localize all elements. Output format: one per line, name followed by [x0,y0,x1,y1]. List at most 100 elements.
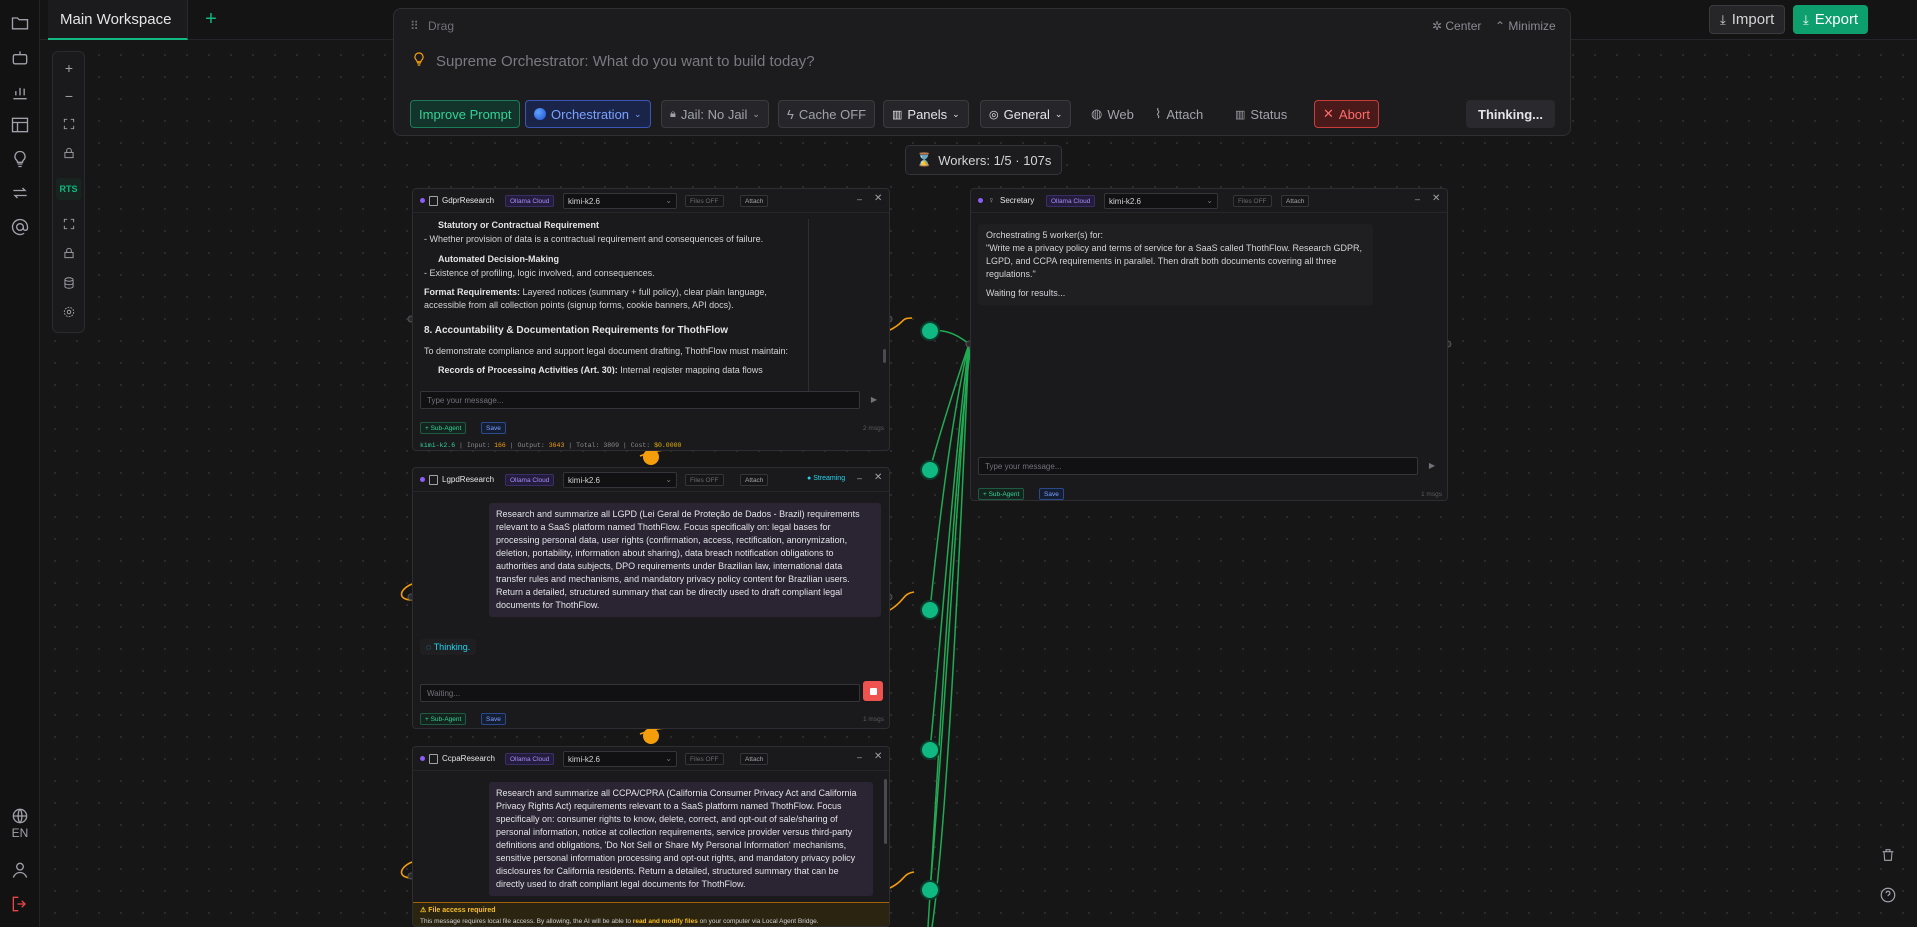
agent-panel-ccpa: CcpaResearch Ollama Cloud kimi-k2.6 ⌄ Fil… [412,746,890,927]
trash-icon[interactable] [1877,844,1899,866]
database-icon[interactable] [59,273,79,293]
at-sign-icon[interactable] [8,215,32,239]
lock-icon[interactable] [59,143,79,163]
logout-icon[interactable] [8,892,32,916]
globe-icon[interactable] [8,804,32,828]
folder-icon[interactable] [8,11,32,35]
add-tab-button[interactable]: + [200,9,222,31]
panels-select[interactable]: ▥ Panels ⌄ [883,100,969,128]
content-paragraph: Records of Processing Activities (Art. 3… [424,364,806,374]
help-icon[interactable] [1877,884,1899,906]
model-select[interactable]: kimi-k2.6 ⌄ [563,472,677,488]
bar-chart-icon[interactable] [8,80,32,104]
user-icon[interactable] [8,858,32,882]
abort-button[interactable]: ✕ Abort [1314,100,1379,128]
stop-button[interactable] [863,681,883,701]
attach-chip[interactable]: Attach [740,195,769,207]
fullscreen-icon[interactable] [59,214,79,234]
send-icon[interactable]: ▶ [867,393,881,407]
status-button[interactable]: ▥ Status [1226,100,1296,128]
jail-select[interactable]: 🔒︎ Jail: No Jail ⌄ [661,100,769,128]
scrollbar[interactable] [884,779,887,844]
minimize-icon[interactable]: – [1415,194,1420,204]
sub-agent-button[interactable]: + Sub-Agent [420,713,467,725]
cache-toggle[interactable]: ϟ Cache OFF [778,100,876,128]
files-toggle[interactable]: Files OFF [1233,195,1272,207]
attach-chip[interactable]: Attach [740,753,769,765]
close-icon[interactable]: ✕ [874,472,882,483]
message-input[interactable]: Type your message... [420,391,860,409]
save-button[interactable]: Save [481,422,506,434]
file-access-link[interactable]: read and modify files [633,918,698,925]
lock-icon[interactable] [59,243,79,263]
settings-icon[interactable] [59,302,79,322]
general-select[interactable]: ◎ General ⌄ [980,100,1072,128]
message-count: 2 msgs [863,425,884,432]
orchestration-message: Orchestrating 5 worker(s) for: "Write me… [978,224,1373,305]
close-icon[interactable]: ✕ [874,751,882,762]
drag-handle-icon[interactable]: ⠿ [410,19,419,33]
improve-prompt-button[interactable]: Improve Prompt [410,100,521,128]
lightbulb-icon: ♀ [988,195,995,205]
attach-label: Attach [1166,106,1204,122]
minimize-icon[interactable]: – [857,473,862,483]
stats-input-label: Input: [466,442,491,449]
panel-header[interactable]: CcpaResearch Ollama Cloud kimi-k2.6 ⌄ Fil… [413,747,889,771]
rts-toggle[interactable]: RTS [56,178,81,200]
chevron-down-icon: ⌄ [665,754,672,763]
zoom-in-icon[interactable]: + [59,58,79,78]
minimize-button[interactable]: ⌃ Minimize [1495,19,1556,33]
import-button[interactable]: ⤓ Import [1709,5,1786,34]
prompt-input[interactable] [436,50,1336,72]
fit-view-icon[interactable] [59,114,79,134]
lightbulb-icon[interactable] [8,147,32,171]
orchestration-line: Orchestrating 5 worker(s) for: [986,230,1104,240]
scrollbar[interactable] [883,349,886,363]
save-button[interactable]: Save [481,713,506,725]
web-label: Web [1107,106,1134,122]
close-icon[interactable]: ✕ [874,193,882,204]
files-toggle[interactable]: Files OFF [685,195,724,207]
attach-button[interactable]: ⌇ Attach [1146,100,1212,128]
zoom-out-icon[interactable]: − [59,86,79,106]
records-label: Records of Processing Activities (Art. 3… [438,365,618,374]
message-input[interactable]: Waiting... [420,684,860,702]
lightbulb-icon [414,52,424,66]
minimize-icon[interactable]: – [857,194,862,204]
close-icon: ✕ [1323,106,1334,121]
sub-agent-button[interactable]: + Sub-Agent [420,422,467,434]
robot-icon[interactable] [8,46,32,70]
center-button[interactable]: ✲ Center [1432,19,1481,33]
panel-header[interactable]: ♀ Secretary Ollama Cloud kimi-k2.6 ⌄ File… [971,189,1447,213]
minimize-icon[interactable]: – [857,752,862,762]
sub-agent-button[interactable]: + Sub-Agent [978,488,1025,500]
save-button[interactable]: Save [1039,488,1064,500]
panel-header[interactable]: LgpdResearch Ollama Cloud kimi-k2.6 ⌄ Fil… [413,468,889,492]
orchestration-button[interactable]: Orchestration ⌄ [525,100,651,128]
panel-header[interactable]: GdprResearch Ollama Cloud kimi-k2.6 ⌄ Fil… [413,189,889,213]
layout-icon[interactable] [8,113,32,137]
attach-chip[interactable]: Attach [1281,195,1310,207]
send-icon[interactable]: ▶ [1425,459,1439,473]
tab-main-workspace[interactable]: Main Workspace [48,0,189,40]
attach-chip[interactable]: Attach [740,474,769,486]
model-select[interactable]: kimi-k2.6 ⌄ [1104,193,1218,209]
globe-icon: ◍ [1091,106,1103,121]
language-label[interactable]: EN [6,826,34,840]
stats-output-label: Output: [517,442,545,449]
bar-chart-icon: ▥ [1235,108,1246,121]
files-toggle[interactable]: Files OFF [685,474,724,486]
panel-title: GdprResearch [442,196,495,205]
message-input[interactable]: Type your message... [978,457,1418,475]
export-button[interactable]: ⤓ Export [1793,5,1869,34]
thinking-status-button[interactable]: Thinking... [1466,100,1555,128]
files-toggle[interactable]: Files OFF [685,753,724,765]
model-select[interactable]: kimi-k2.6 ⌄ [563,193,677,209]
close-icon[interactable]: ✕ [1432,193,1440,204]
user-message: Research and summarize all LGPD (Lei Ger… [489,503,881,617]
swap-icon[interactable] [8,181,32,205]
chevron-down-icon: ⌄ [752,108,760,119]
web-toggle[interactable]: ◍ Web [1082,100,1143,128]
model-select[interactable]: kimi-k2.6 ⌄ [563,751,677,767]
model-value: kimi-k2.6 [568,755,601,764]
